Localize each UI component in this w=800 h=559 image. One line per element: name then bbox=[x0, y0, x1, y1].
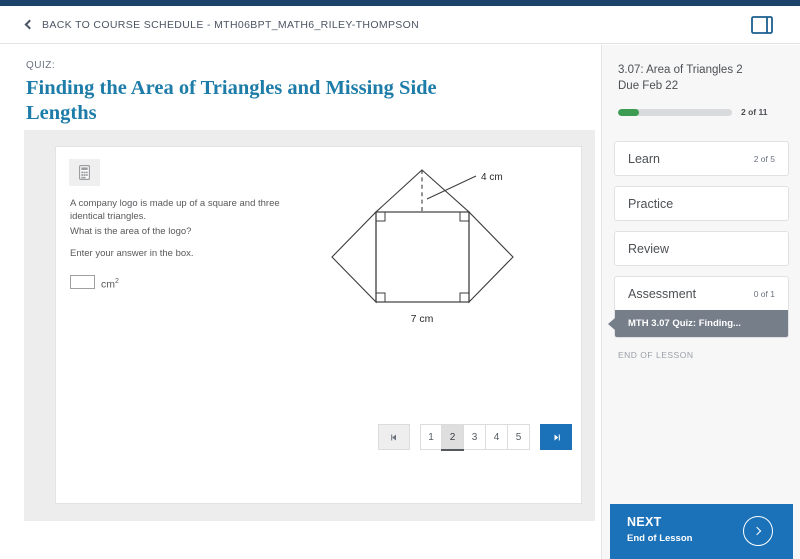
question-line-3: Enter your answer in the box. bbox=[70, 248, 194, 259]
quiz-page: BACK TO COURSE SCHEDULE - MTH06BPT_MATH6… bbox=[0, 0, 800, 559]
calculator-icon[interactable] bbox=[69, 159, 100, 186]
pagination: 1 2 3 4 5 bbox=[378, 424, 572, 451]
lesson-nav-list: Learn 2 of 5 Practice Review Assessment bbox=[608, 141, 789, 348]
chevron-right-icon bbox=[743, 516, 773, 546]
unit-text: cm bbox=[101, 278, 115, 291]
question-line-1: A company logo is made up of a square an… bbox=[70, 198, 280, 222]
sidebar-item-assessment[interactable]: Assessment 0 of 1 MTH 3.07 Quiz: Finding… bbox=[608, 276, 789, 338]
next-button-title: NEXT bbox=[627, 515, 662, 529]
lesson-header: 3.07: Area of Triangles 2 Due Feb 22 bbox=[618, 62, 788, 94]
geometry-figure: 4 cm 7 cm bbox=[321, 152, 566, 332]
sidebar-item-practice[interactable]: Practice bbox=[614, 186, 789, 221]
page-number[interactable]: 5 bbox=[508, 424, 530, 450]
back-link-label: BACK TO COURSE SCHEDULE - MTH06BPT_MATH6… bbox=[42, 19, 420, 31]
base-label: 7 cm bbox=[411, 313, 434, 325]
lesson-due-date: Due Feb 22 bbox=[618, 80, 679, 92]
page-title: Finding the Area of Triangles and Missin… bbox=[26, 77, 437, 124]
progress-count-label: 2 of 11 bbox=[741, 107, 768, 117]
nav-head: Practice bbox=[615, 187, 788, 220]
lesson-title-text: 3.07: Area of Triangles 2 bbox=[618, 64, 743, 76]
nav-head: Learn 2 of 5 bbox=[615, 142, 788, 175]
question-card: A company logo is made up of a square an… bbox=[55, 146, 582, 504]
sidebar-item-count: 2 of 5 bbox=[753, 153, 775, 164]
nav-head: Assessment 0 of 1 bbox=[615, 277, 788, 310]
question-panel: A company logo is made up of a square an… bbox=[24, 130, 595, 521]
next-button[interactable]: NEXT End of Lesson bbox=[610, 504, 793, 559]
sidebar-subitem-label: MTH 3.07 Quiz: Finding... bbox=[628, 318, 741, 329]
page-number[interactable]: 4 bbox=[486, 424, 508, 450]
answer-row: cm2 bbox=[70, 275, 119, 292]
back-to-course-schedule-link[interactable]: BACK TO COURSE SCHEDULE - MTH06BPT_MATH6… bbox=[24, 6, 420, 44]
sidebar-subitem-quiz-selected[interactable]: MTH 3.07 Quiz: Finding... bbox=[608, 310, 788, 337]
sidebar-item-review[interactable]: Review bbox=[614, 231, 789, 266]
pagination-next-button[interactable] bbox=[540, 424, 572, 450]
page-number[interactable]: 1 bbox=[420, 424, 442, 450]
page-header: BACK TO COURSE SCHEDULE - MTH06BPT_MATH6… bbox=[0, 6, 800, 44]
sidebar-item-label: Assessment bbox=[628, 286, 697, 301]
sidebar-item-count: 0 of 1 bbox=[753, 288, 775, 299]
page-number[interactable]: 2 bbox=[441, 424, 464, 451]
answer-input[interactable] bbox=[70, 275, 95, 289]
progress-track bbox=[618, 108, 732, 116]
pagination-numbers: 1 2 3 4 5 bbox=[420, 424, 530, 451]
page-number[interactable]: 3 bbox=[464, 424, 486, 450]
answer-unit-label: cm2 bbox=[101, 275, 119, 292]
panel-toggle-icon[interactable] bbox=[750, 14, 774, 36]
unit-exponent: 2 bbox=[115, 278, 119, 285]
next-button-subtitle: End of Lesson bbox=[627, 533, 693, 544]
sidebar-item-label: Learn bbox=[628, 151, 660, 166]
lesson-progress: 2 of 11 bbox=[618, 107, 786, 117]
sidebar-item-learn[interactable]: Learn 2 of 5 bbox=[614, 141, 789, 176]
chevron-left-icon bbox=[24, 19, 35, 30]
sidebar-item-label: Review bbox=[628, 241, 669, 256]
main-content: QUIZ: Finding the Area of Triangles and … bbox=[0, 45, 601, 559]
sidebar-item-label: Practice bbox=[628, 196, 674, 211]
quiz-kicker: QUIZ: bbox=[26, 60, 56, 71]
pagination-prev-button[interactable] bbox=[378, 424, 410, 450]
progress-fill bbox=[618, 108, 639, 116]
question-line-2: What is the area of the logo? bbox=[70, 226, 192, 237]
lesson-sidebar: 3.07: Area of Triangles 2 Due Feb 22 2 o… bbox=[601, 45, 800, 559]
nav-head: Review bbox=[615, 232, 788, 265]
height-label: 4 cm bbox=[481, 172, 503, 183]
end-of-lesson-label: END OF LESSON bbox=[618, 350, 694, 360]
